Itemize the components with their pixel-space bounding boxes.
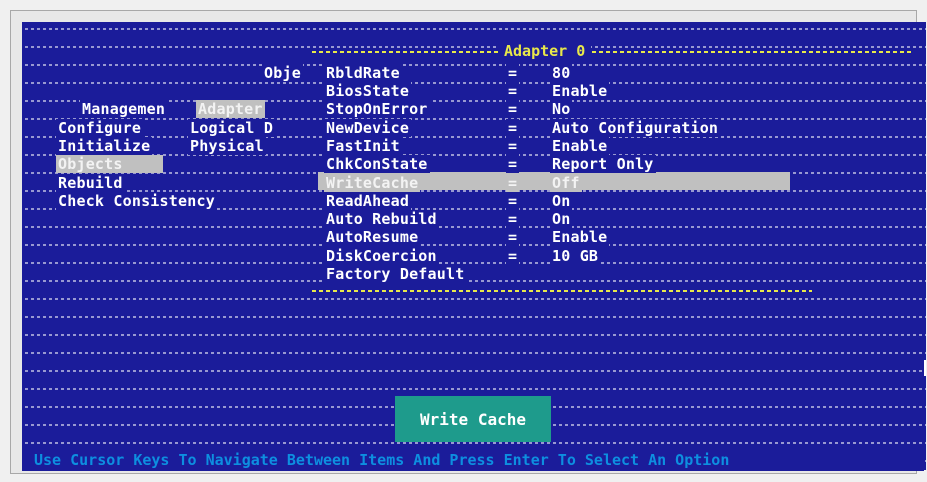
menu-physical[interactable]: Physical [188,137,266,155]
setting-name[interactable]: Factory Default [324,265,467,283]
setting-name[interactable]: BiosState [324,82,412,100]
setting-equals: = [506,82,520,100]
cursor-mark [924,360,926,376]
setting-name[interactable]: RbldRate [324,64,402,82]
menu-objects-partial: Obje [262,64,303,82]
setting-equals: = [506,64,520,82]
setting-value: Off [550,174,582,192]
setting-name[interactable]: AutoResume [324,228,421,246]
setting-equals: = [506,137,520,155]
status-bar: Use Cursor Keys To Navigate Between Item… [22,449,924,471]
bios-screen: Obje Managemen Adapter Configure Logical… [22,22,926,470]
setting-value: On [550,192,573,210]
menu-adapter[interactable]: Adapter [196,100,265,118]
setting-value: On [550,210,573,228]
write-cache-hint: Write Cache [395,396,551,442]
setting-name[interactable]: ReadAhead [324,192,412,210]
menu-configure[interactable]: Configure [56,119,144,137]
setting-value: 80 [550,64,573,82]
setting-equals: = [506,119,520,137]
setting-value: Report Only [550,155,656,173]
panel-bottom-border [312,290,812,292]
menu-initialize[interactable]: Initialize [56,137,153,155]
menu-management[interactable]: Managemen [80,100,168,118]
setting-value: Auto Configuration [550,119,721,137]
setting-name[interactable]: StopOnError [324,100,430,118]
setting-name[interactable]: NewDevice [324,119,412,137]
setting-equals: = [506,192,520,210]
menu-check-consistency[interactable]: Check Consistency [56,192,217,210]
setting-name[interactable]: FastInit [324,137,402,155]
setting-equals: = [506,247,520,265]
setting-equals: = [506,155,520,173]
panel-title: Adapter 0 [498,42,592,60]
setting-equals: = [506,228,520,246]
setting-value: No [550,100,573,118]
write-cache-hint-label: Write Cache [420,409,526,429]
menu-rebuild[interactable]: Rebuild [56,174,125,192]
setting-equals: = [506,174,520,192]
setting-value: Enable [550,137,610,155]
setting-name[interactable]: DiskCoercion [324,247,439,265]
menu-logical-drive[interactable]: Logical D [188,119,276,137]
panel-top-border [312,51,912,53]
setting-name[interactable]: WriteCache [324,174,421,192]
setting-value: Enable [550,82,610,100]
menu-objects[interactable]: Objects [56,155,163,173]
setting-value: Enable [550,228,610,246]
setting-value: 10 GB [550,247,601,265]
setting-name[interactable]: ChkConState [324,155,430,173]
setting-equals: = [506,100,520,118]
setting-name[interactable]: Auto Rebuild [324,210,439,228]
setting-equals: = [506,210,520,228]
